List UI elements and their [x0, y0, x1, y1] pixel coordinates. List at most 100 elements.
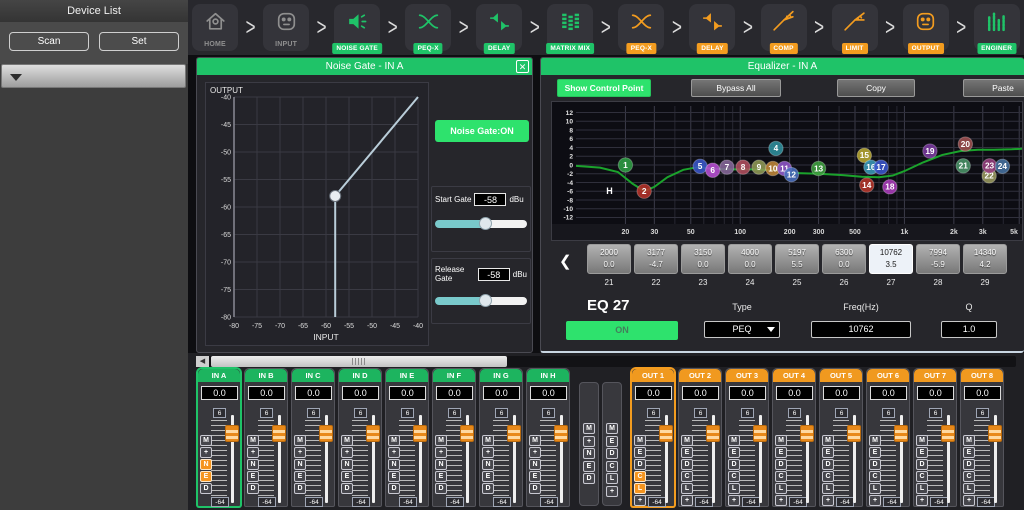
- channel-button-plus[interactable]: +: [634, 495, 646, 506]
- toolbar-item-home[interactable]: HOME: [192, 4, 238, 51]
- channel-button-m[interactable]: M: [247, 435, 259, 446]
- channel-button-n[interactable]: N: [294, 459, 306, 470]
- device-dropdown[interactable]: [1, 64, 186, 88]
- channel-button-plus[interactable]: +: [435, 447, 447, 458]
- eq-point-8[interactable]: 8: [736, 160, 750, 174]
- toolbar-item-delay[interactable]: DELAY: [689, 4, 735, 51]
- eq-point-1[interactable]: 1: [618, 158, 632, 172]
- channel-button-e[interactable]: E: [388, 471, 400, 482]
- close-icon[interactable]: ✕: [516, 60, 529, 73]
- eq-point-14[interactable]: 14: [860, 178, 874, 192]
- channel-button-d[interactable]: D: [963, 459, 975, 470]
- channel-button-m[interactable]: M: [583, 423, 595, 434]
- channel-strip-in-g[interactable]: IN G 0.0 6 -64 M+NED: [479, 368, 523, 507]
- band-freq-gain[interactable]: 7994-5.9: [916, 244, 960, 274]
- channel-button-n[interactable]: N: [341, 459, 353, 470]
- channel-button-d[interactable]: D: [247, 483, 259, 494]
- channel-gain-value[interactable]: 0.0: [483, 386, 520, 400]
- channel-button-plus[interactable]: +: [916, 495, 928, 506]
- channel-button-plus[interactable]: +: [341, 447, 353, 458]
- channel-button-n[interactable]: N: [583, 448, 595, 459]
- bypass-all-button[interactable]: Bypass All: [691, 79, 781, 97]
- channel-button-d[interactable]: D: [916, 459, 928, 470]
- channel-button-e[interactable]: E: [728, 447, 740, 458]
- channel-gain-value[interactable]: 0.0: [917, 386, 954, 400]
- channel-strip-out-4[interactable]: OUT 4 0.0 6 -64 MEDCL+: [772, 368, 816, 507]
- channel-button-m[interactable]: M: [916, 435, 928, 446]
- channel-button-plus[interactable]: +: [822, 495, 834, 506]
- channel-button-d[interactable]: D: [634, 459, 646, 470]
- toolbar-item-limit[interactable]: LIMIT: [832, 4, 878, 51]
- channel-button-d[interactable]: D: [341, 483, 353, 494]
- eq-point-23[interactable]: 23: [982, 159, 996, 173]
- scroll-left-icon[interactable]: ◀: [196, 356, 209, 367]
- eq-point-17[interactable]: 17: [874, 160, 888, 174]
- channel-button-d[interactable]: D: [294, 483, 306, 494]
- channel-button-d[interactable]: D: [775, 459, 787, 470]
- channel-button-e[interactable]: E: [606, 436, 618, 447]
- channel-strip-in-b[interactable]: IN B 0.0 6 -64 M+NED: [244, 368, 288, 507]
- channel-button-d[interactable]: D: [822, 459, 834, 470]
- eq-point-12[interactable]: 12: [784, 167, 798, 181]
- channel-button-n[interactable]: N: [435, 459, 447, 470]
- channel-button-l[interactable]: L: [916, 483, 928, 494]
- channel-button-plus[interactable]: +: [247, 447, 259, 458]
- channel-gain-value[interactable]: 0.0: [201, 386, 238, 400]
- channel-gain-value[interactable]: 0.0: [295, 386, 332, 400]
- channel-button-c[interactable]: C: [681, 471, 693, 482]
- eq-band-cell-21[interactable]: 20000.0 21: [587, 244, 631, 287]
- release-gate-value[interactable]: -58: [478, 268, 510, 281]
- channel-button-e[interactable]: E: [247, 471, 259, 482]
- channel-button-l[interactable]: L: [606, 473, 618, 484]
- channel-button-e[interactable]: E: [634, 447, 646, 458]
- channel-button-l[interactable]: L: [822, 483, 834, 494]
- channel-button-d[interactable]: D: [869, 459, 881, 470]
- channel-button-e[interactable]: E: [822, 447, 834, 458]
- channel-gain-value[interactable]: 0.0: [342, 386, 379, 400]
- channel-strip-in-a[interactable]: IN A 0.0 6 -64 M+NED: [197, 368, 241, 507]
- channel-button-d[interactable]: D: [681, 459, 693, 470]
- band-freq-gain[interactable]: 40000.0: [728, 244, 772, 274]
- channel-gain-value[interactable]: 0.0: [635, 386, 672, 400]
- channel-button-l[interactable]: L: [681, 483, 693, 494]
- channel-button-d[interactable]: D: [388, 483, 400, 494]
- channel-button-plus[interactable]: +: [583, 436, 595, 447]
- channel-button-l[interactable]: L: [869, 483, 881, 494]
- channel-button-c[interactable]: C: [775, 471, 787, 482]
- channel-gain-value[interactable]: 0.0: [823, 386, 860, 400]
- channel-button-e[interactable]: E: [294, 471, 306, 482]
- channel-gain-value[interactable]: 0.0: [530, 386, 567, 400]
- eq-band-on-button[interactable]: ON: [566, 321, 678, 340]
- channel-button-d[interactable]: D: [529, 483, 541, 494]
- channel-button-n[interactable]: N: [200, 459, 212, 470]
- type-dropdown[interactable]: PEQ: [704, 321, 780, 338]
- channel-button-l[interactable]: L: [634, 483, 646, 494]
- channel-strip-out-5[interactable]: OUT 5 0.0 6 -64 MEDCL+: [819, 368, 863, 507]
- channel-button-plus[interactable]: +: [529, 447, 541, 458]
- channel-button-m[interactable]: M: [482, 435, 494, 446]
- fader-handle[interactable]: [941, 425, 955, 442]
- start-gate-value[interactable]: -58: [474, 193, 506, 206]
- toolbar-item-enginer[interactable]: ENGINER: [974, 4, 1020, 51]
- eq-point-20[interactable]: 20: [958, 137, 972, 151]
- channel-button-e[interactable]: E: [916, 447, 928, 458]
- eq-band-cell-25[interactable]: 51975.5 25: [775, 244, 819, 287]
- channel-button-d[interactable]: D: [482, 483, 494, 494]
- channel-gain-value[interactable]: 0.0: [870, 386, 907, 400]
- channel-button-d[interactable]: D: [583, 473, 595, 484]
- channel-button-plus[interactable]: +: [294, 447, 306, 458]
- eq-band-cell-22[interactable]: 3177-4.7 22: [634, 244, 678, 287]
- channel-button-plus[interactable]: +: [728, 495, 740, 506]
- eq-point-13[interactable]: 13: [811, 161, 825, 175]
- eq-point-18[interactable]: 18: [883, 180, 897, 194]
- channel-strip-out-2[interactable]: OUT 2 0.0 6 -64 MEDCL+: [678, 368, 722, 507]
- channel-button-plus[interactable]: +: [775, 495, 787, 506]
- fader-handle[interactable]: [225, 425, 239, 442]
- eq-band-cell-27[interactable]: 107623.5 27: [869, 244, 913, 287]
- band-freq-gain[interactable]: 63000.0: [822, 244, 866, 274]
- fader-handle[interactable]: [272, 425, 286, 442]
- eq-point-24[interactable]: 24: [995, 159, 1009, 173]
- fader-handle[interactable]: [319, 425, 333, 442]
- q-field[interactable]: 1.0: [941, 321, 997, 338]
- channel-button-d[interactable]: D: [200, 483, 212, 494]
